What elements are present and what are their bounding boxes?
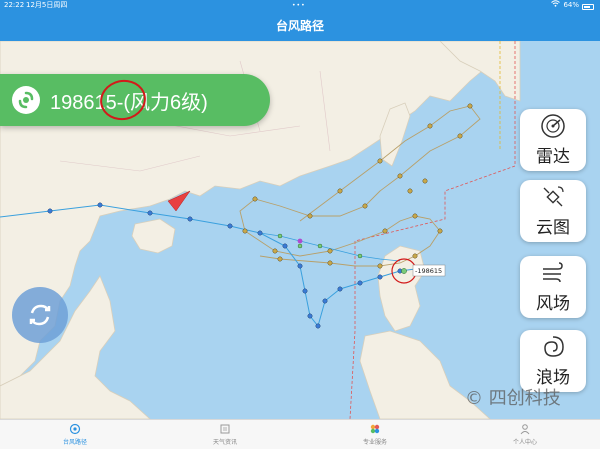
satellite-label: 云图 [536,218,570,238]
service-tab-icon [369,423,381,435]
tab-weather-news[interactable]: 天气资讯 [150,420,300,449]
status-time: 22:22 [4,1,25,9]
multitask-dots-icon[interactable]: ••• [292,0,306,11]
satellite-icon [540,184,566,210]
radar-icon [540,113,566,139]
tab-label: 天气资讯 [212,439,237,446]
typhoon-tab-icon [69,423,81,435]
typhoon-marker-label: -198615 [415,267,442,275]
wind-field-label: 风场 [536,294,570,314]
wind-icon [540,260,566,286]
current-position-dot [401,268,407,274]
map-land-hainan [131,218,176,254]
tab-professional-service[interactable]: 专业服务 [300,420,450,449]
tab-label: 台风路径 [62,439,87,446]
refresh-button[interactable] [12,287,68,343]
page-title: 台风路径 [275,19,324,33]
status-right: 64% [551,0,594,11]
watermark-text: 四创科技 [488,388,561,409]
watermark: © 四创科技 [465,384,561,410]
news-tab-icon [219,423,231,435]
battery-percent: 64% [563,1,579,9]
nav-bar: 台风路径 [0,11,600,41]
wind-field-button[interactable]: 风场 [520,256,586,318]
wave-field-button[interactable]: 浪场 [520,330,586,392]
wifi-icon [551,0,561,11]
satellite-button[interactable]: 云图 [520,180,586,242]
watermark-logo-icon: © [465,388,483,409]
radar-button[interactable]: 雷达 [520,109,586,171]
tab-label: 专业服务 [362,439,387,446]
battery-icon [582,3,594,10]
bottom-tab-bar: 台风路径 天气资讯 专业服务 个人中心 [0,419,600,449]
tab-label: 个人中心 [512,439,537,446]
tab-typhoon-path[interactable]: 台风路径 [0,420,150,449]
refresh-icon [29,304,51,326]
status-bar: 22:22 12月5日周四 ••• 64% [0,0,600,11]
wave-icon [540,334,566,360]
user-tab-icon [519,423,531,435]
status-date: 12月5日周四 [26,1,68,9]
typhoon-app-screen: 22:22 12月5日周四 ••• 64% 台风路径 -198615 19861… [0,0,600,449]
track-point-purple [297,238,303,244]
typhoon-icon [12,86,40,114]
tab-personal-center[interactable]: 个人中心 [450,420,600,449]
radar-label: 雷达 [536,147,570,167]
